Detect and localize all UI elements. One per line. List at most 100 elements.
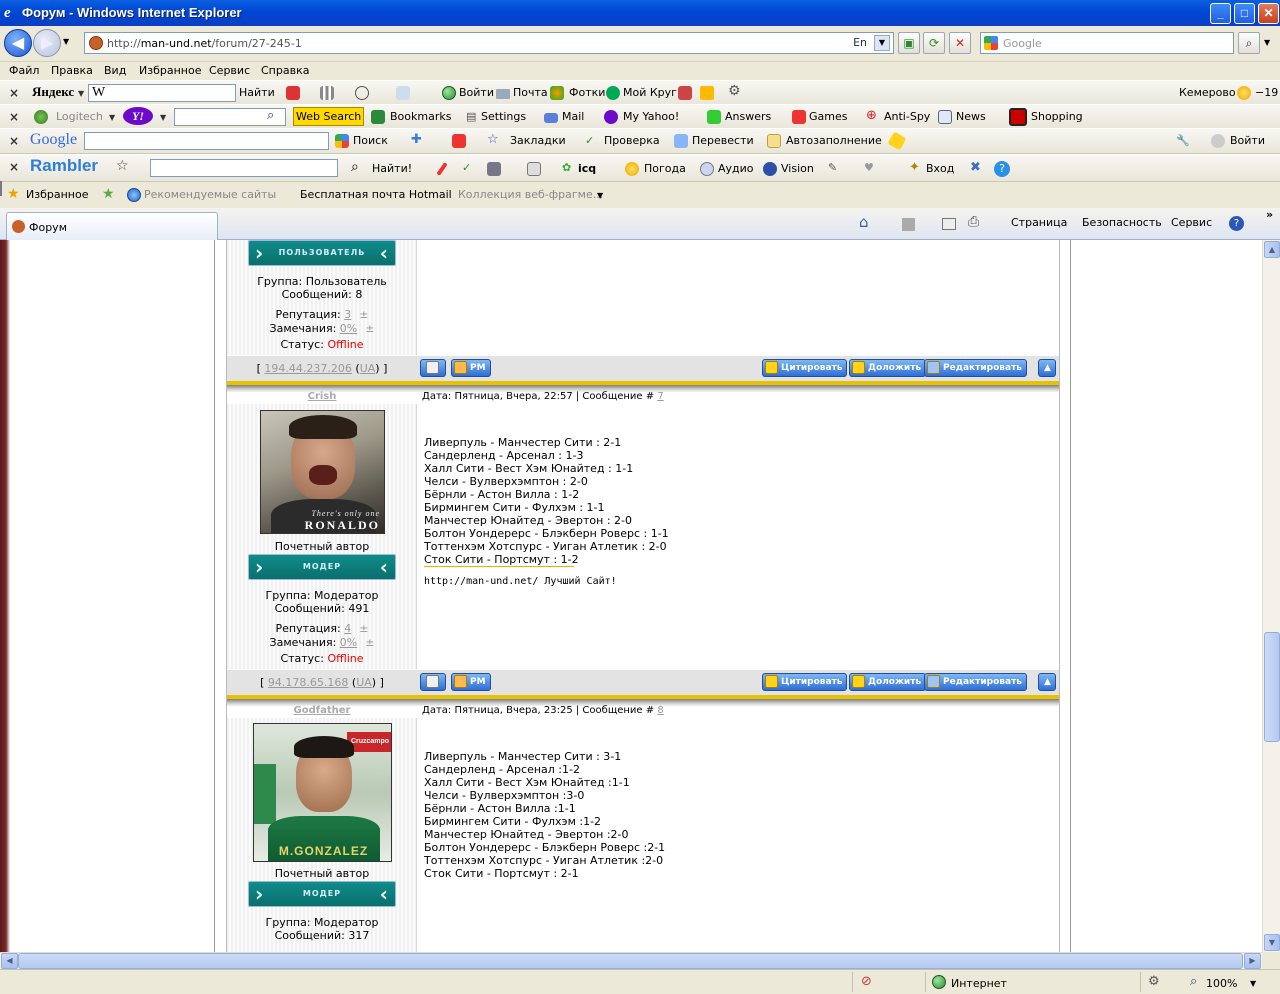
star-icon[interactable] (700, 86, 714, 100)
menu-file[interactable]: Файл (9, 64, 39, 77)
edit-button[interactable]: Редактировать (924, 673, 1027, 691)
read-mail-icon[interactable] (942, 218, 956, 230)
tools-icon[interactable] (487, 162, 501, 176)
profile-button[interactable] (420, 359, 446, 377)
language-indicator[interactable]: En (853, 36, 867, 49)
remarks-change-button[interactable]: ± (365, 322, 374, 335)
maximize-button[interactable]: □ (1234, 3, 1255, 24)
rambler-icq[interactable]: icq (578, 162, 596, 175)
cmd-safety[interactable]: Безопасность (1082, 216, 1162, 229)
yandex-photos[interactable]: Фотки (569, 86, 605, 99)
yahoo-my-yahoo[interactable]: My Yahoo! (623, 110, 679, 123)
remarks-link[interactable]: 0% (340, 322, 357, 335)
close-toolbar-icon[interactable]: × (9, 110, 19, 124)
scroll-top-button[interactable]: ▲ (1038, 359, 1056, 377)
search-go-icon[interactable]: ⌕ (1238, 32, 1260, 54)
rambler-login[interactable]: Вход (926, 162, 954, 175)
pencil-icon[interactable] (436, 162, 448, 176)
yandex-find-button[interactable]: Найти (239, 86, 275, 99)
google-search[interactable]: Поиск (353, 134, 388, 147)
tab-forum[interactable]: Форум (6, 212, 218, 240)
magnifier-icon[interactable]: ⌕ (267, 108, 274, 123)
yahoo-settings[interactable]: Settings (481, 110, 526, 123)
pen-icon[interactable] (286, 86, 300, 100)
google-bookmarks[interactable]: Закладки (510, 134, 566, 147)
post-number-link[interactable]: 7 (657, 391, 663, 402)
address-bar[interactable]: http://man-und.net/forum/27-245-1 En ▼ (84, 32, 894, 54)
yahoo-news[interactable]: News (956, 110, 986, 123)
cmd-page[interactable]: Страница (1011, 216, 1067, 229)
help-icon[interactable]: ? (994, 161, 1010, 177)
menu-help[interactable]: Справка (261, 64, 309, 77)
reputation-link[interactable]: 3 (344, 308, 351, 321)
spellcheck-icon[interactable]: ✓ (462, 161, 471, 174)
back-button[interactable]: ◀ (4, 29, 32, 57)
yahoo-bookmarks[interactable]: Bookmarks (390, 110, 451, 123)
pm-button[interactable]: PM (451, 359, 491, 377)
popup-blocked-icon[interactable]: ⊘ (861, 974, 872, 989)
compatibility-icon[interactable]: ▣ (898, 32, 920, 54)
comment-icon[interactable]: ✎ (828, 161, 837, 174)
rambler-find-button[interactable]: Найти! (372, 162, 412, 175)
close-toolbar-icon[interactable]: × (9, 86, 19, 100)
yandex-my-circle[interactable]: Мой Круг (623, 86, 677, 99)
yandex-login[interactable]: Войти (459, 86, 494, 99)
remarks-change-button[interactable]: ± (365, 636, 374, 649)
address-dropdown-icon[interactable]: ▼ (874, 35, 890, 51)
keyboard-icon[interactable] (527, 162, 541, 176)
post-author-nick[interactable]: Crish (227, 391, 417, 402)
popup-blocker-icon[interactable] (452, 134, 466, 148)
search-input[interactable]: Google (980, 32, 1234, 54)
scroll-down-icon[interactable]: ▼ (1264, 934, 1280, 951)
ip-link[interactable]: 194.44.237.206 (264, 362, 351, 375)
report-button[interactable]: Доложить (849, 359, 927, 377)
zoom-level[interactable]: 100% (1206, 977, 1237, 990)
history-dropdown-icon[interactable]: ▼ (63, 37, 69, 46)
gear-icon[interactable]: ⚙ (728, 83, 741, 99)
post-author-nick[interactable]: Godfather (227, 705, 417, 716)
plus-icon[interactable]: ✚ (411, 132, 422, 147)
google-autofill[interactable]: Автозаполнение (786, 134, 882, 147)
heart-icon[interactable]: ♥ (864, 161, 874, 174)
help-icon[interactable]: ? (1229, 216, 1244, 231)
settings-icon[interactable]: ✖ (970, 160, 981, 175)
stop-icon[interactable]: ✕ (949, 32, 971, 54)
fav-more-icon[interactable]: ▼ (597, 191, 603, 200)
menu-edit[interactable]: Правка (51, 64, 93, 77)
yahoo-mail[interactable]: Mail (562, 110, 584, 123)
minimize-button[interactable]: _ (1210, 3, 1231, 24)
web-search-button[interactable]: Web Search (293, 107, 365, 126)
signal-icon[interactable] (320, 86, 334, 100)
reputation-change-button[interactable]: ± (359, 308, 368, 321)
country-link[interactable]: UA (356, 676, 372, 689)
google-spellcheck[interactable]: Проверка (604, 134, 660, 147)
close-button[interactable]: ✕ (1258, 3, 1279, 24)
quote-button[interactable]: Цитировать (762, 673, 848, 691)
quote-button[interactable]: Цитировать (762, 359, 848, 377)
remarks-link[interactable]: 0% (340, 636, 357, 649)
menu-favorites[interactable]: Избранное (139, 64, 201, 77)
zoom-dropdown-icon[interactable]: ▼ (1250, 979, 1256, 988)
scroll-up-icon[interactable]: ▲ (1264, 241, 1280, 258)
yahoo-shopping[interactable]: Shopping (1031, 110, 1083, 123)
scroll-top-button[interactable]: ▲ (1038, 673, 1056, 691)
rambler-audio[interactable]: Аудио (718, 162, 754, 175)
profile-button[interactable] (420, 673, 446, 691)
horizontal-scrollbar[interactable]: ◀ ▶ (0, 952, 1262, 969)
ip-link[interactable]: 94.178.65.168 (268, 676, 348, 689)
vertical-scrollbar[interactable]: ▲ ▼ (1262, 240, 1280, 952)
home-icon[interactable]: ⌂ (859, 213, 869, 231)
menu-view[interactable]: Вид (104, 64, 126, 77)
google-login[interactable]: Войти (1230, 134, 1265, 147)
fav-web-slice-gallery[interactable]: Коллекция веб-фрагме... (458, 188, 603, 201)
google-search-input[interactable] (84, 132, 329, 150)
fav-hotmail[interactable]: Бесплатная почта Hotmail (300, 188, 452, 201)
scroll-left-icon[interactable]: ◀ (1, 953, 18, 969)
yahoo-dropdown-icon[interactable]: ▼ (160, 113, 166, 122)
country-link[interactable]: UA (360, 362, 376, 375)
horizontal-scroll-thumb[interactable] (18, 953, 1243, 969)
print-icon[interactable]: ⎙ (968, 214, 979, 230)
chevron-more-icon[interactable]: » (1266, 208, 1273, 221)
close-toolbar-icon[interactable]: × (9, 134, 19, 148)
add-favorite-icon[interactable]: ★ (102, 186, 115, 202)
